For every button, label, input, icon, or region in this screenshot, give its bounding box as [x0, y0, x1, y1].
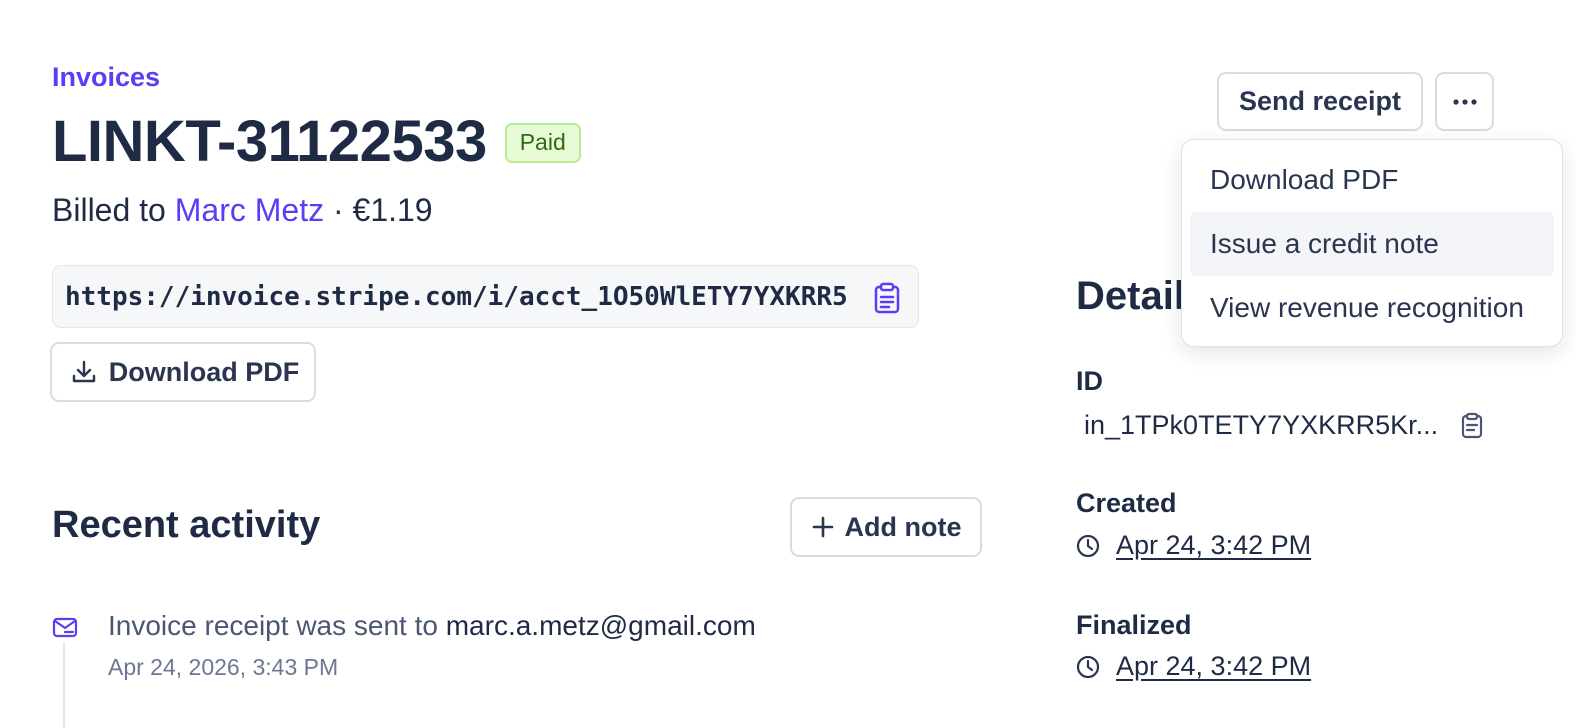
clock-icon: [1076, 655, 1100, 678]
clipboard-icon[interactable]: [872, 282, 902, 314]
customer-link[interactable]: Marc Metz: [175, 192, 324, 228]
add-note-button[interactable]: Add note: [790, 497, 982, 557]
billed-to-line: Billed to Marc Metz · €1.19: [52, 192, 433, 229]
menu-item-issue-credit-note[interactable]: Issue a credit note: [1190, 212, 1554, 276]
billed-to-prefix: Billed to: [52, 192, 166, 228]
clock-icon: [1076, 534, 1100, 557]
finalized-date-link[interactable]: Apr 24, 3:42 PM: [1116, 651, 1311, 682]
invoice-id-value: in_1TPk0TETY7YXKRR5Kr...: [1084, 410, 1439, 440]
more-actions-button[interactable]: [1435, 72, 1494, 131]
activity-timestamp: Apr 24, 2026, 3:43 PM: [108, 654, 339, 680]
finalized-label: Finalized: [1076, 610, 1192, 640]
created-label: Created: [1076, 488, 1177, 518]
recent-activity-title: Recent activity: [52, 504, 321, 546]
mail-icon: [52, 617, 78, 644]
download-pdf-label: Download PDF: [108, 356, 300, 387]
add-note-label: Add note: [844, 511, 962, 542]
created-row: Apr 24, 3:42 PM: [1076, 530, 1311, 561]
more-actions-menu: Download PDF Issue a credit note View re…: [1181, 139, 1563, 347]
created-date-link[interactable]: Apr 24, 3:42 PM: [1116, 530, 1311, 561]
menu-item-view-revenue-recognition[interactable]: View revenue recognition: [1190, 276, 1554, 340]
invoice-amount: €1.19: [352, 192, 433, 228]
title-row: LINKT-31122533 Paid: [52, 108, 581, 175]
activity-item-text: Invoice receipt was sent to marc.a.metz@…: [108, 610, 756, 642]
clipboard-icon[interactable]: [1460, 412, 1484, 444]
activity-text-prefix: Invoice receipt was sent to: [108, 610, 438, 641]
download-pdf-button[interactable]: Download PDF: [50, 342, 316, 402]
status-badge: Paid: [504, 122, 581, 163]
invoice-url: https://invoice.stripe.com/i/acct_1O50Wl…: [65, 281, 848, 312]
download-icon: [72, 360, 95, 383]
activity-timeline-line: [63, 642, 65, 728]
activity-email: marc.a.metz@gmail.com: [445, 610, 756, 641]
invoice-url-box: https://invoice.stripe.com/i/acct_1O50Wl…: [52, 265, 919, 328]
ellipsis-icon: [1452, 98, 1477, 105]
page-title: LINKT-31122533: [52, 109, 487, 174]
billed-separator: ·: [332, 192, 344, 228]
breadcrumb-invoices[interactable]: Invoices: [52, 62, 160, 93]
plus-icon: [812, 516, 833, 538]
send-receipt-button[interactable]: Send receipt: [1217, 72, 1423, 131]
id-label: ID: [1076, 366, 1103, 396]
finalized-row: Apr 24, 3:42 PM: [1076, 651, 1311, 682]
menu-item-download-pdf[interactable]: Download PDF: [1190, 148, 1554, 212]
